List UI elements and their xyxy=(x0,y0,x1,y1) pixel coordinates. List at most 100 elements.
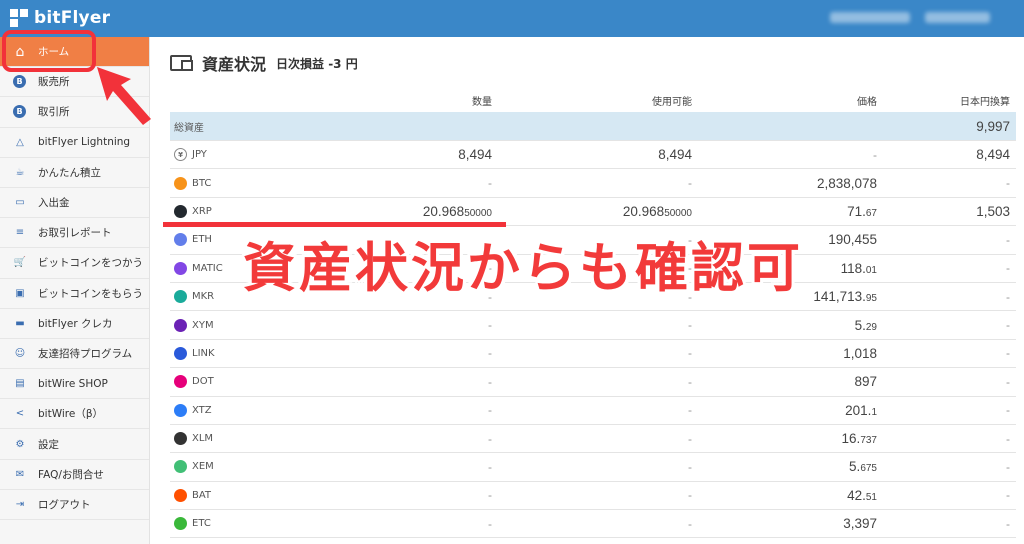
table-row: ETC - - 3,397 - xyxy=(170,510,1016,539)
jpy-value-cell: - xyxy=(1006,459,1010,474)
sidebar-item-label: お取引レポート xyxy=(38,227,112,240)
asset-symbol: BAT xyxy=(192,489,212,501)
matic-coin-icon xyxy=(174,261,187,275)
report-icon: ≡ xyxy=(15,227,25,239)
xrp-coin-icon xyxy=(174,204,187,218)
sidebar-item-13[interactable]: ⚙ 設定 xyxy=(0,429,149,460)
asset-cell: XEM xyxy=(170,460,301,474)
quantity-cell: - xyxy=(488,431,492,446)
price-cell: 2,838,078 xyxy=(816,175,877,191)
price-cell: 1,018 xyxy=(843,345,877,361)
eth-coin-icon xyxy=(174,233,187,247)
total-assets-row: 総資産 9,997 xyxy=(170,112,1016,141)
wallet-icon xyxy=(170,55,193,71)
asset-symbol: LINK xyxy=(192,347,215,359)
asset-symbol: ETC xyxy=(192,518,211,530)
asset-symbol: XRP xyxy=(192,205,212,217)
quantity-cell: - xyxy=(488,374,492,389)
asset-cell: XYM xyxy=(170,318,301,332)
asset-cell: BAT xyxy=(170,488,301,502)
sidebar-item-label: bitWire（β） xyxy=(38,408,104,421)
sidebar-item-5[interactable]: ▭ 入出金 xyxy=(0,188,149,219)
table-row: XLM - - 16.737 - xyxy=(170,425,1016,454)
xlm-coin-icon xyxy=(174,432,187,446)
price-cell: 3,397 xyxy=(843,516,877,532)
asset-cell: XLM xyxy=(170,432,301,446)
column-jpy-value: 日本円換算 xyxy=(960,97,1010,108)
pointer-arrow-icon xyxy=(97,67,151,125)
highlight-box xyxy=(2,30,96,72)
available-cell: - xyxy=(688,459,692,474)
top-bar: bitFlyer xyxy=(0,0,1024,37)
credit-card-icon: ▬ xyxy=(15,317,25,329)
table-row: BAT - - 42.51 - xyxy=(170,482,1016,511)
jpy-coin-icon: ¥ xyxy=(174,148,187,162)
total-assets-value: 9,997 xyxy=(976,118,1010,134)
sidebar-item-label: 入出金 xyxy=(38,197,70,210)
sidebar-item-9[interactable]: ▬ bitFlyer クレカ xyxy=(0,309,149,339)
asset-table: 数量 使用可能 価格 日本円換算 総資産 9,997 ¥ JPY 8,494 8,49… xyxy=(170,89,1016,539)
share-icon: < xyxy=(15,408,25,420)
blurred-user-info xyxy=(925,12,990,23)
sidebar-item-10[interactable]: ☺ 友達招待プログラム xyxy=(0,339,149,370)
quantity-cell: - xyxy=(488,346,492,361)
bat-coin-icon xyxy=(174,488,187,502)
sidebar-item-7[interactable]: 🛒 ビットコインをつかう xyxy=(0,248,149,279)
quantity-cell: 20.96850000 xyxy=(422,203,492,219)
table-row: XEM - - 5.675 - xyxy=(170,453,1016,482)
sidebar-item-label: 販売所 xyxy=(38,76,70,89)
sidebar-item-6[interactable]: ≡ お取引レポート xyxy=(0,218,149,249)
table-row: XYM - - 5.29 - xyxy=(170,311,1016,340)
asset-symbol: XTZ xyxy=(192,404,212,416)
sidebar-item-12[interactable]: < bitWire（β） xyxy=(0,399,149,430)
asset-cell: BTC xyxy=(170,176,301,190)
column-price: 価格 xyxy=(857,97,877,108)
sidebar-item-15[interactable]: ⇥ ログアウト xyxy=(0,490,149,520)
jpy-value-cell: 1,503 xyxy=(976,203,1010,219)
daily-pnl: 日次損益 -3 円 xyxy=(276,56,358,71)
asset-symbol: ETH xyxy=(192,234,212,246)
piggy-bank-icon: ☕ xyxy=(15,166,25,178)
sidebar-item-label: bitWire SHOP xyxy=(38,377,108,390)
blurred-user-info xyxy=(830,12,910,23)
sidebar-item-11[interactable]: ▤ bitWire SHOP xyxy=(0,369,149,400)
sidebar-item-label: ビットコインをもらう xyxy=(38,287,143,300)
jpy-value-cell: - xyxy=(1006,403,1010,418)
sidebar-item-8[interactable]: ▣ ビットコインをもらう xyxy=(0,279,149,309)
cart-icon: 🛒 xyxy=(13,257,27,269)
jpy-value-cell: - xyxy=(1006,346,1010,361)
price-cell: 71.67 xyxy=(847,203,877,219)
available-cell: - xyxy=(688,516,692,531)
shop-icon: ▤ xyxy=(15,378,25,390)
jpy-value-cell: - xyxy=(1006,516,1010,531)
sidebar-item-3[interactable]: △ bitFlyer Lightning xyxy=(0,128,149,158)
price-cell: 42.51 xyxy=(847,487,877,503)
sidebar-item-label: FAQ/お問合せ xyxy=(38,468,104,481)
page-header: 資産状況 日次損益 -3 円 xyxy=(170,51,358,75)
logo-text: bitFlyer xyxy=(34,8,111,28)
xtz-coin-icon xyxy=(174,403,187,417)
jpy-value-cell: - xyxy=(1006,232,1010,247)
quantity-cell: - xyxy=(488,403,492,418)
price-cell: - xyxy=(873,147,877,162)
price-cell: 5.29 xyxy=(854,317,877,333)
asset-symbol: BTC xyxy=(192,177,212,189)
quantity-cell: 8,494 xyxy=(458,147,492,163)
asset-cell: XTZ xyxy=(170,403,301,417)
sidebar-item-label: ログアウト xyxy=(38,498,91,511)
sidebar-item-label: ビットコインをつかう xyxy=(38,257,143,270)
sidebar-item-label: 設定 xyxy=(38,438,59,451)
asset-cell: ETC xyxy=(170,517,301,531)
price-cell: 5.675 xyxy=(849,459,877,475)
table-row: BTC - - 2,838,078 - xyxy=(170,169,1016,198)
asset-symbol: MATIC xyxy=(192,262,223,274)
sidebar-item-4[interactable]: ☕ かんたん積立 xyxy=(0,158,149,188)
available-cell: 20.96850000 xyxy=(622,203,692,219)
etc-coin-icon xyxy=(174,517,187,531)
bitflyer-logo[interactable]: bitFlyer xyxy=(10,8,110,28)
sidebar-item-14[interactable]: ✉ FAQ/お問合せ xyxy=(0,460,149,490)
gift-icon: ▣ xyxy=(15,287,25,299)
asset-symbol: JPY xyxy=(192,149,207,161)
column-quantity: 数量 xyxy=(472,97,492,108)
jpy-value-cell: - xyxy=(1006,176,1010,191)
